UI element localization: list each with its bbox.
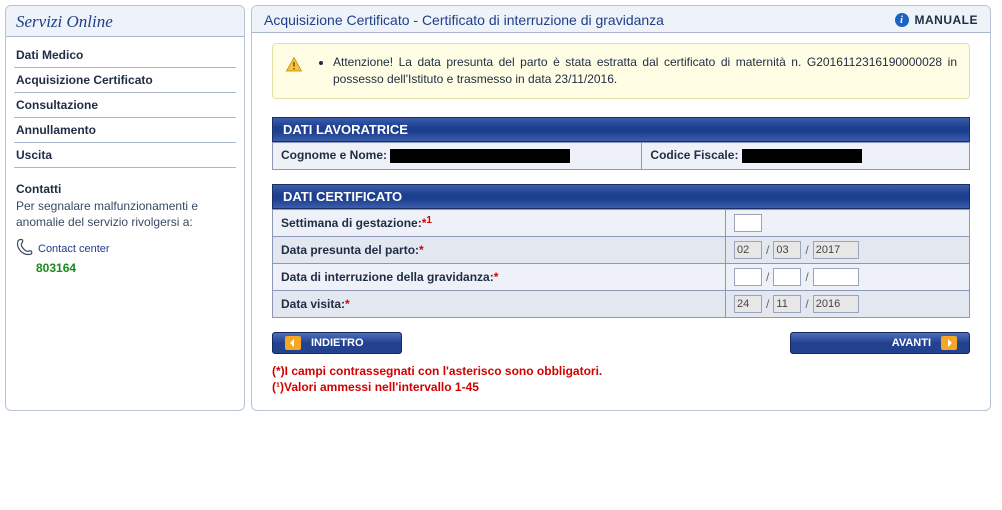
alert-box: Attenzione! La data presunta del parto è… — [272, 43, 970, 99]
sidebar-menu: Dati Medico Acquisizione Certificato Con… — [14, 43, 236, 168]
button-row: INDIETRO AVANTI — [272, 332, 970, 354]
data-parto-year — [813, 241, 859, 259]
footnote-range: (¹)Valori ammessi nell'intervallo 1-45 — [272, 380, 970, 394]
page-title: Acquisizione Certificato - Certificato d… — [264, 12, 664, 28]
contacts-title: Contatti — [14, 178, 236, 198]
sidebar-item-annullamento[interactable]: Annullamento — [14, 118, 236, 143]
data-visita-year — [813, 295, 859, 313]
settimana-input[interactable] — [734, 214, 762, 232]
warning-icon — [285, 56, 303, 74]
footnote-ref-1: 1 — [426, 215, 432, 226]
codice-value — [742, 149, 862, 163]
asterisk: * — [419, 243, 424, 257]
data-visita-label: Data visita: — [281, 297, 345, 311]
contact-number: 803164 — [36, 261, 236, 275]
data-parto-month — [773, 241, 801, 259]
data-parto-day — [734, 241, 762, 259]
sidebar-title: Servizi Online — [6, 6, 244, 37]
manual-text: MANUALE — [915, 13, 979, 27]
date-separator: / — [805, 297, 808, 311]
arrow-right-icon — [941, 336, 957, 350]
phone-icon — [16, 238, 34, 259]
date-separator: / — [766, 297, 769, 311]
main-panel: Acquisizione Certificato - Certificato d… — [251, 5, 991, 411]
asterisk: * — [345, 297, 350, 311]
data-parto-label: Data presunta del parto: — [281, 243, 419, 257]
cognome-label: Cognome e Nome: — [281, 148, 387, 162]
table-certificato: Settimana di gestazione: * 1 Data presunta… — [272, 209, 970, 318]
back-button-label: INDIETRO — [311, 337, 364, 349]
alert-text: Attenzione! La data presunta del parto è… — [317, 54, 957, 88]
back-button[interactable]: INDIETRO — [272, 332, 402, 354]
data-interruzione-label: Data di interruzione della gravidanza: — [281, 270, 494, 284]
sidebar-item-acquisizione[interactable]: Acquisizione Certificato — [14, 68, 236, 93]
sidebar: Servizi Online Dati Medico Acquisizione … — [5, 5, 245, 411]
alert-message: Attenzione! La data presunta del parto è… — [333, 54, 957, 88]
data-interruzione-year[interactable] — [813, 268, 859, 286]
manual-link[interactable]: i MANUALE — [895, 13, 979, 27]
arrow-left-icon — [285, 336, 301, 350]
date-separator: / — [766, 270, 769, 284]
contact-line: Contact center — [14, 236, 236, 261]
main-header: Acquisizione Certificato - Certificato d… — [252, 6, 990, 33]
section-header-certificato: DATI CERTIFICATO — [272, 184, 970, 209]
info-icon: i — [895, 13, 909, 27]
sidebar-item-consultazione[interactable]: Consultazione — [14, 93, 236, 118]
footnote-required: (*)I campi contrassegnati con l'asterisc… — [272, 364, 970, 378]
table-lavoratrice: Cognome e Nome: Codice Fiscale: — [272, 142, 970, 170]
sidebar-item-uscita[interactable]: Uscita — [14, 143, 236, 168]
contact-label: Contact center — [38, 243, 110, 255]
section-header-lavoratrice: DATI LAVORATRICE — [272, 117, 970, 142]
cognome-value — [390, 149, 570, 163]
date-separator: / — [805, 243, 808, 257]
data-visita-day — [734, 295, 762, 313]
asterisk: * — [494, 270, 499, 284]
settimana-label: Settimana di gestazione: — [281, 216, 422, 230]
data-visita-month — [773, 295, 801, 313]
contacts-text: Per segnalare malfunzionamenti e anomali… — [14, 198, 236, 236]
next-button[interactable]: AVANTI — [790, 332, 970, 354]
data-interruzione-day[interactable] — [734, 268, 762, 286]
date-separator: / — [805, 270, 808, 284]
next-button-label: AVANTI — [892, 337, 931, 349]
codice-label: Codice Fiscale: — [650, 148, 738, 162]
sidebar-item-dati-medico[interactable]: Dati Medico — [14, 43, 236, 68]
data-interruzione-month[interactable] — [773, 268, 801, 286]
date-separator: / — [766, 243, 769, 257]
